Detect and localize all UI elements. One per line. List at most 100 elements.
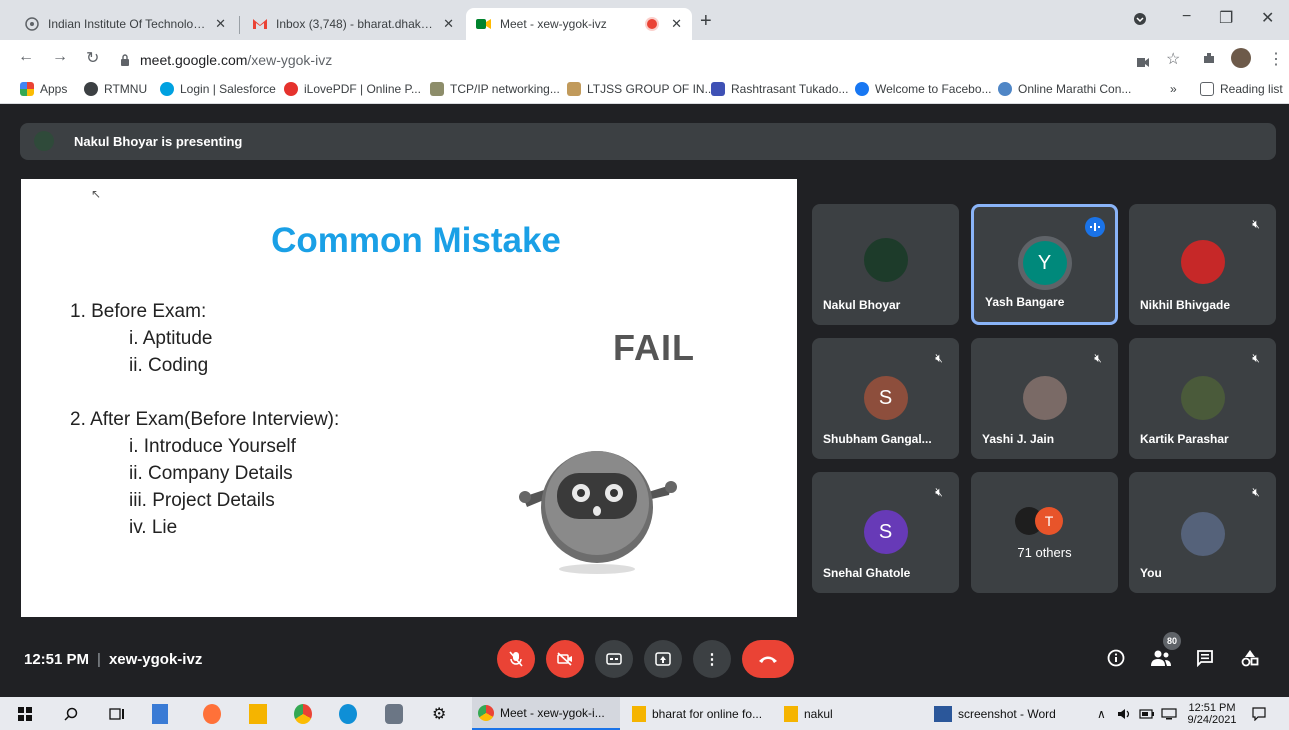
edge-icon[interactable]	[339, 704, 357, 724]
tab-iit[interactable]: Indian Institute Of Technology, G ✕	[14, 8, 236, 40]
bookmark-rashtrasant[interactable]: Rashtrasant Tukado...	[711, 82, 848, 96]
browser-tab-bar: Indian Institute Of Technology, G ✕ Inbo…	[0, 0, 1289, 40]
star-icon[interactable]: ☆	[1166, 49, 1180, 69]
camera-icon[interactable]	[1137, 54, 1149, 72]
hangup-icon	[759, 656, 777, 663]
mic-off-icon: 🔇︎	[1252, 484, 1260, 499]
tab-separator	[239, 16, 240, 34]
maximize-button[interactable]: ❐	[1219, 8, 1233, 28]
network-icon[interactable]	[1161, 704, 1177, 724]
mic-toggle-button[interactable]	[497, 640, 535, 678]
participant-tile[interactable]: 🔇︎ Kartik Parashar	[1129, 338, 1276, 459]
meeting-info: 12:51 PM | xew-ygok-ivz	[24, 651, 202, 668]
captions-button[interactable]	[595, 640, 633, 678]
search-icon[interactable]	[64, 704, 78, 724]
forward-icon[interactable]: →	[52, 48, 68, 66]
volume-icon[interactable]	[1117, 704, 1131, 724]
bookmark-marathi[interactable]: Online Marathi Con...	[998, 82, 1131, 96]
bookmark-ltjss[interactable]: LTJSS GROUP OF IN...	[567, 82, 715, 96]
presentation-slide[interactable]: ↖ Common Mistake 1. Before Exam: i. Apti…	[21, 179, 797, 617]
mic-off-icon	[509, 651, 523, 667]
participant-tile-self[interactable]: 🔇︎ You	[1129, 472, 1276, 593]
participant-tile[interactable]: 🔇︎ S Shubham Gangal...	[812, 338, 959, 459]
slide-line: ii. Coding	[129, 355, 209, 376]
people-button[interactable]	[1150, 649, 1172, 672]
participant-tile-others[interactable]: T 71 others	[971, 472, 1118, 593]
calculator-icon[interactable]	[152, 704, 168, 724]
battery-icon[interactable]	[1139, 704, 1155, 724]
bookmark-rtmnu[interactable]: RTMNU	[84, 82, 147, 96]
windows-start-icon[interactable]	[18, 704, 32, 724]
close-icon[interactable]: ✕	[671, 16, 682, 32]
present-button[interactable]	[644, 640, 682, 678]
bookmarks-more[interactable]: »	[1170, 82, 1177, 96]
word-icon	[934, 705, 952, 722]
activities-button[interactable]	[1241, 649, 1259, 672]
reading-list[interactable]: Reading list	[1200, 82, 1283, 96]
profile-dropdown-icon[interactable]	[1133, 12, 1147, 31]
new-tab-button[interactable]: +	[700, 10, 712, 33]
leave-call-button[interactable]	[742, 640, 794, 678]
bookmark-label: Rashtrasant Tukado...	[731, 82, 849, 96]
folder-icon	[632, 705, 646, 722]
slide-line: ii. Company Details	[129, 463, 293, 484]
chrome-icon[interactable]	[294, 704, 312, 724]
menu-icon[interactable]: ⋮	[1268, 49, 1284, 69]
bookmark-label: Login | Salesforce	[180, 82, 276, 96]
mouse-cursor-icon: ↖	[91, 187, 102, 201]
avatar: T	[1035, 507, 1063, 535]
participant-tile[interactable]: 🔇︎ S Snehal Ghatole	[812, 472, 959, 593]
taskbar-app-word[interactable]: screenshot - Word	[928, 697, 1076, 730]
extensions-icon[interactable]	[1202, 51, 1216, 70]
camera-app-icon[interactable]	[385, 704, 403, 724]
lock-icon[interactable]	[120, 53, 130, 71]
more-vert-icon: ⋮	[704, 651, 720, 668]
taskbar-app-label: nakul	[804, 706, 833, 721]
camera-toggle-button[interactable]	[546, 640, 584, 678]
taskbar-clock[interactable]: 12:51 PM 9/24/2021	[1183, 702, 1241, 726]
participant-tile[interactable]: 🔇︎ Yashi J. Jain	[971, 338, 1118, 459]
taskbar-app-label: screenshot - Word	[958, 706, 1056, 721]
profile-avatar[interactable]	[1231, 48, 1251, 68]
site-icon	[430, 82, 444, 96]
meet-icon	[476, 16, 492, 32]
bookmark-apps[interactable]: Apps	[20, 82, 67, 96]
bookmark-ilovepdf[interactable]: iLovePDF | Online P...	[284, 82, 421, 96]
heart-icon	[284, 82, 298, 96]
close-window-button[interactable]: ✕	[1261, 8, 1274, 28]
chat-button[interactable]	[1196, 649, 1214, 672]
close-icon[interactable]: ✕	[443, 16, 454, 32]
bookmark-facebook[interactable]: Welcome to Facebo...	[855, 82, 992, 96]
close-icon[interactable]: ✕	[215, 16, 226, 32]
url-path: /xew-ygok-ivz	[247, 52, 333, 68]
more-options-button[interactable]: ⋮	[693, 640, 731, 678]
participant-tile[interactable]: 🔇︎ Nikhil Bhivgade	[1129, 204, 1276, 325]
back-icon[interactable]: ←	[18, 48, 34, 66]
tab-gmail[interactable]: Inbox (3,748) - bharat.dhak@gm ✕	[242, 8, 464, 40]
participant-tile[interactable]: Nakul Bhoyar	[812, 204, 959, 325]
reload-icon[interactable]: ↻	[86, 48, 99, 68]
file-explorer-icon[interactable]	[249, 704, 267, 724]
windows-taskbar: ⚙ Meet - xew-ygok-i... bharat for online…	[0, 697, 1289, 730]
task-view-icon[interactable]	[109, 704, 125, 724]
bookmark-label: Welcome to Facebo...	[875, 82, 992, 96]
mic-off-icon: 🔇︎	[1252, 216, 1260, 231]
taskbar-app-folder-2[interactable]: nakul	[778, 697, 926, 730]
url-input[interactable]: meet.google.com/xew-ygok-ivz	[140, 52, 332, 68]
participant-name: Nikhil Bhivgade	[1140, 298, 1231, 312]
participant-tile[interactable]: Y Yash Bangare	[971, 204, 1118, 325]
settings-gear-icon[interactable]: ⚙	[432, 704, 446, 724]
firefox-icon[interactable]	[203, 704, 221, 724]
taskbar-app-folder-1[interactable]: bharat for online fo...	[626, 697, 774, 730]
taskbar-app-chrome-meet[interactable]: Meet - xew-ygok-i...	[472, 697, 620, 730]
bookmark-salesforce[interactable]: Login | Salesforce	[160, 82, 276, 96]
tab-meet[interactable]: Meet - xew-ygok-ivz ✕	[466, 8, 692, 40]
tray-chevron-icon[interactable]: ∧	[1097, 704, 1106, 724]
meeting-details-button[interactable]	[1107, 649, 1125, 672]
bookmark-label: iLovePDF | Online P...	[304, 82, 421, 96]
present-icon	[655, 652, 671, 666]
avatar	[1022, 376, 1067, 420]
minimize-button[interactable]: −	[1182, 8, 1191, 26]
notification-icon[interactable]	[1252, 704, 1266, 724]
bookmark-tcpip[interactable]: TCP/IP networking...	[430, 82, 560, 96]
